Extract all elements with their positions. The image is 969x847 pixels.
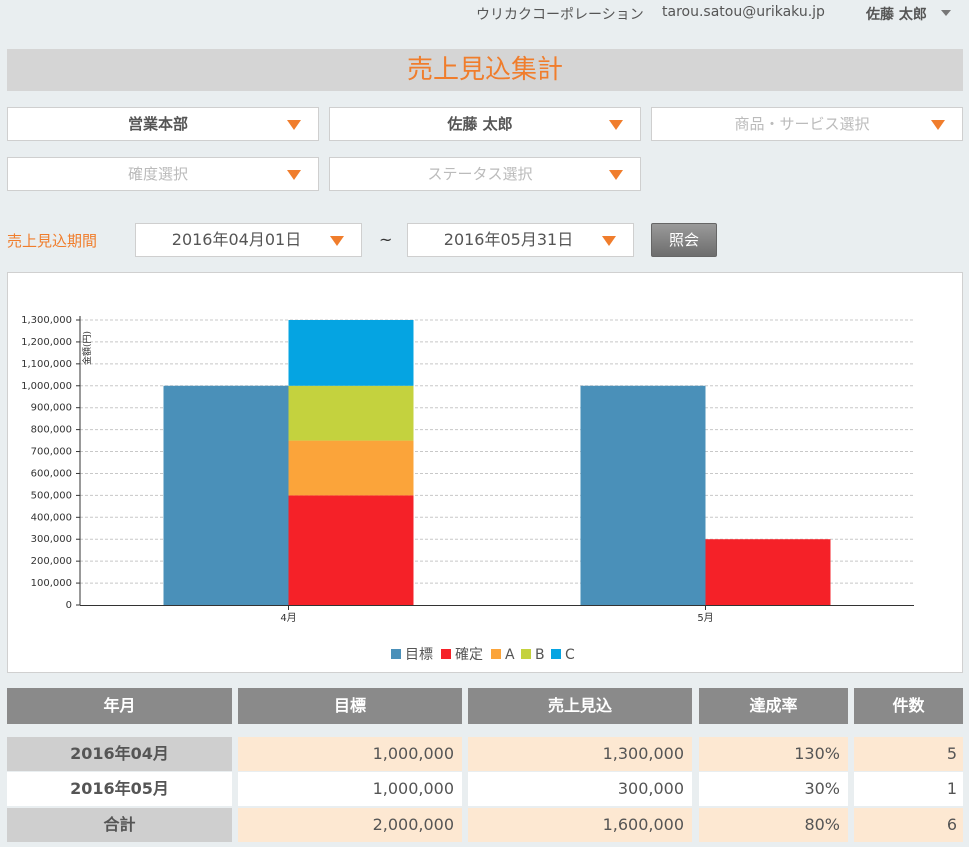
dropdown-arrow-icon — [931, 120, 945, 130]
legend-label-目標: 目標 — [405, 647, 433, 663]
x-tick-label: 5月 — [697, 612, 713, 624]
company-name: ウリカクコーポレーション — [476, 7, 644, 23]
page-title: 売上見込集計 — [406, 55, 563, 85]
table-header-forecast: 売上見込 — [468, 688, 692, 724]
department-select[interactable]: 営業本部 — [7, 107, 319, 141]
y-tick-label: 500,000 — [31, 490, 72, 501]
table-cell-target: 1,000,000 — [238, 737, 462, 771]
table-cell-rate: 80% — [699, 808, 848, 842]
end-date-select[interactable]: 2016年05月31日 — [407, 223, 634, 257]
y-tick-label: 1,100,000 — [21, 359, 72, 370]
bar-確定 — [705, 539, 831, 605]
table-cell-target: 1,000,000 — [238, 772, 462, 806]
table-cell-forecast: 1,300,000 — [468, 737, 692, 771]
end-date-value: 2016年05月31日 — [443, 230, 574, 249]
chart-panel: 0 100,000 200,000 300,000 400,000 500,000 600,… — [7, 272, 963, 673]
user-email: tarou.satou@urikaku.jp — [662, 4, 825, 20]
legend-label-C: C — [565, 647, 575, 663]
table-header-rate: 達成率 — [699, 688, 848, 724]
legend-label-B: B — [535, 647, 545, 663]
table-row-ym: 2016年04月 — [7, 737, 232, 771]
product-select-placeholder: 商品・サービス選択 — [734, 115, 870, 133]
table-header-target: 目標 — [238, 688, 462, 724]
table-cell-rate: 30% — [699, 772, 848, 806]
y-tick-label: 1,000,000 — [21, 381, 72, 392]
x-tick-label: 4月 — [280, 612, 296, 624]
top-bar: ウリカクコーポレーション tarou.satou@urikaku.jp 佐藤 太… — [0, 0, 969, 28]
y-tick-label: 700,000 — [31, 447, 72, 458]
table-cell-count: 1 — [854, 772, 963, 806]
chevron-down-icon[interactable] — [941, 10, 951, 16]
table-cell-rate: 130% — [699, 737, 848, 771]
dropdown-arrow-icon — [287, 170, 301, 180]
table-cell-target: 2,000,000 — [238, 808, 462, 842]
legend-swatch-C — [551, 649, 561, 659]
table-header-count: 件数 — [854, 688, 963, 724]
certainty-select[interactable]: 確度選択 — [7, 157, 319, 191]
legend-swatch-B — [521, 649, 531, 659]
dropdown-arrow-icon — [602, 236, 616, 246]
title-bar: 売上見込集計 — [7, 49, 963, 91]
y-tick-label: 1,200,000 — [21, 337, 72, 348]
dropdown-arrow-icon — [330, 236, 344, 246]
bar-目標 — [163, 385, 289, 605]
user-menu[interactable]: 佐藤 太郎 — [866, 4, 927, 24]
person-select[interactable]: 佐藤 太郎 — [329, 107, 641, 141]
bar-B — [288, 385, 414, 441]
y-tick-label: 100,000 — [31, 578, 72, 589]
legend-swatch-目標 — [391, 649, 401, 659]
table-cell-forecast: 1,600,000 — [468, 808, 692, 842]
table-row-ym: 2016年05月 — [7, 772, 232, 806]
query-button[interactable]: 照会 — [651, 223, 717, 257]
legend-label-確定: 確定 — [455, 647, 483, 663]
dropdown-arrow-icon — [609, 120, 623, 130]
forecast-bar-chart: 0 100,000 200,000 300,000 400,000 500,000 600,… — [21, 315, 914, 663]
department-select-value: 営業本部 — [127, 115, 188, 133]
dropdown-arrow-icon — [287, 120, 301, 130]
table-cell-count: 6 — [854, 808, 963, 842]
y-tick-label: 1,300,000 — [21, 315, 72, 326]
legend-label-A: A — [505, 647, 515, 663]
y-tick-label: 900,000 — [31, 403, 72, 414]
y-axis-label: 金額(円) — [81, 331, 93, 365]
legend-swatch-確定 — [441, 649, 451, 659]
y-tick-label: 0 — [66, 600, 72, 611]
status-select-placeholder: ステータス選択 — [427, 165, 533, 183]
table-cell-count: 5 — [854, 737, 963, 771]
status-select[interactable]: ステータス選択 — [329, 157, 641, 191]
y-tick-label: 800,000 — [31, 425, 72, 436]
y-tick-label: 300,000 — [31, 534, 72, 545]
table-cell-forecast: 300,000 — [468, 772, 692, 806]
y-tick-label: 400,000 — [31, 512, 72, 523]
period-label: 売上見込期間 — [7, 232, 98, 250]
table-header-ym: 年月 — [7, 688, 232, 724]
y-tick-label: 200,000 — [31, 556, 72, 567]
person-select-value: 佐藤 太郎 — [447, 115, 513, 133]
product-select[interactable]: 商品・サービス選択 — [651, 107, 963, 141]
period-separator: ~ — [379, 230, 393, 249]
table-row-total-label: 合計 — [7, 808, 232, 842]
bar-C — [288, 320, 414, 386]
legend-swatch-A — [491, 649, 501, 659]
bar-A — [288, 440, 414, 496]
bar-確定 — [288, 495, 414, 605]
bar-目標 — [580, 385, 706, 605]
certainty-select-placeholder: 確度選択 — [127, 165, 188, 183]
start-date-value: 2016年04月01日 — [171, 230, 302, 249]
start-date-select[interactable]: 2016年04月01日 — [135, 223, 362, 257]
y-tick-label: 600,000 — [31, 468, 72, 479]
dropdown-arrow-icon — [609, 170, 623, 180]
